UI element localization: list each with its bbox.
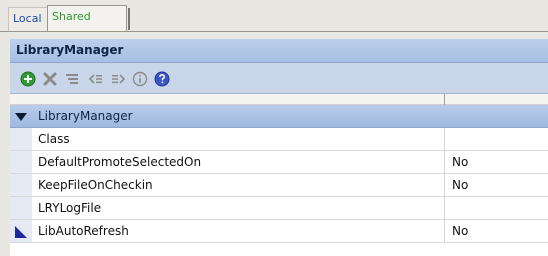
add-icon — [20, 71, 35, 86]
info-icon — [132, 71, 147, 86]
tab-shared[interactable]: Shared — [47, 5, 130, 32]
toolbar — [10, 63, 548, 94]
property-row-class[interactable]: Class — [10, 128, 548, 151]
property-name: LRYLogFile — [38, 201, 102, 215]
property-row-defaultpromoteselectedon[interactable]: DefaultPromoteSelectedOn No — [10, 151, 548, 174]
indent-icon — [111, 73, 125, 84]
value-divider — [444, 174, 445, 196]
selected-row-marker-icon — [15, 226, 27, 238]
column-splitter[interactable] — [444, 94, 445, 105]
grid-header — [10, 94, 548, 105]
add-button[interactable] — [18, 69, 37, 88]
indent-button[interactable] — [108, 69, 127, 88]
property-name: KeepFileOnCheckin — [38, 178, 153, 192]
category-label: LibraryManager — [38, 109, 133, 123]
property-row-keepfileoncheckin[interactable]: KeepFileOnCheckin No — [10, 174, 548, 197]
property-name: DefaultPromoteSelectedOn — [38, 155, 202, 169]
value-divider — [444, 197, 445, 219]
category-row-librarymanager[interactable]: LibraryManager — [10, 105, 548, 128]
outdent-icon — [88, 73, 102, 84]
property-row-libautorefresh[interactable]: LibAutoRefresh No — [10, 220, 548, 243]
panel-title: LibraryManager — [16, 43, 124, 57]
value-divider — [444, 220, 445, 242]
row-margin — [10, 197, 32, 219]
delete-icon — [43, 72, 56, 85]
row-margin — [10, 174, 32, 196]
row-margin — [10, 151, 32, 173]
panel-title-bar: LibraryManager — [10, 39, 548, 63]
sort-button[interactable] — [62, 69, 81, 88]
property-name: LibAutoRefresh — [38, 224, 129, 238]
collapse-arrow-icon[interactable] — [14, 110, 28, 124]
property-name: Class — [38, 132, 70, 146]
tab-local[interactable]: Local — [8, 7, 48, 31]
property-value[interactable]: No — [452, 224, 468, 238]
row-margin — [10, 128, 32, 150]
value-divider — [444, 151, 445, 173]
property-value[interactable]: No — [452, 178, 468, 192]
delete-button[interactable] — [40, 69, 59, 88]
property-grid: LibraryManager Class DefaultPromoteSelec… — [10, 94, 548, 256]
help-icon — [154, 71, 169, 86]
info-button[interactable] — [130, 69, 149, 88]
sort-icon — [65, 73, 78, 84]
tab-divider — [0, 31, 548, 32]
property-value[interactable]: No — [452, 155, 468, 169]
help-button[interactable] — [152, 69, 171, 88]
tab-strip: Local Shared — [0, 0, 548, 34]
outdent-button[interactable] — [86, 69, 105, 88]
property-row-lrylogfile[interactable]: LRYLogFile — [10, 197, 548, 220]
row-margin — [10, 220, 32, 242]
value-divider — [444, 128, 445, 150]
